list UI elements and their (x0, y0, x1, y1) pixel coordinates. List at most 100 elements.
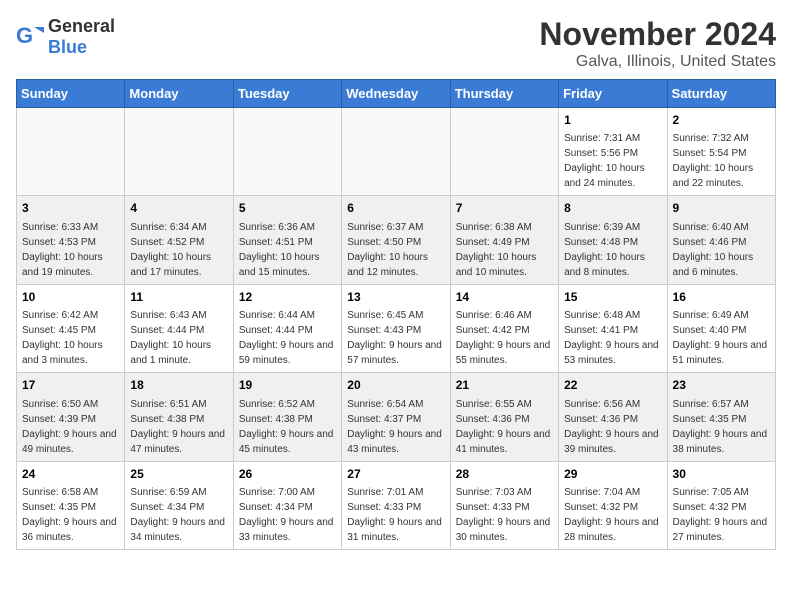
day-number: 30 (673, 466, 770, 483)
day-number: 8 (564, 200, 661, 217)
calendar-cell: 3Sunrise: 6:33 AM Sunset: 4:53 PM Daylig… (17, 196, 125, 284)
day-info: Sunrise: 6:36 AM Sunset: 4:51 PM Dayligh… (239, 220, 336, 280)
day-info: Sunrise: 7:05 AM Sunset: 4:32 PM Dayligh… (673, 485, 770, 545)
calendar-cell: 24 Sunrise: 6:58 AM Sunset: 4:35 PM Dayli… (17, 461, 125, 549)
calendar-cell: 27 Sunrise: 7:01 AM Sunset: 4:33 PM Dayli… (342, 461, 450, 549)
day-info: Sunrise: 6:48 AM Sunset: 4:41 PM Dayligh… (564, 308, 661, 368)
day-info: Sunrise: 6:49 AM Sunset: 4:40 PM Dayligh… (673, 308, 770, 368)
day-header-sunday: Sunday (17, 80, 125, 108)
day-number: 21 (456, 377, 553, 394)
day-number: 15 (564, 289, 661, 306)
day-number: 10 (22, 289, 119, 306)
calendar-cell: 17Sunrise: 6:50 AM Sunset: 4:39 PM Dayli… (17, 373, 125, 461)
logo-blue: Blue (48, 37, 87, 57)
day-number: 13 (347, 289, 444, 306)
day-number: 25 (130, 466, 227, 483)
day-info: Sunrise: 6:52 AM Sunset: 4:38 PM Dayligh… (239, 397, 336, 457)
calendar-header-row: SundayMondayTuesdayWednesdayThursdayFrid… (17, 80, 776, 108)
calendar-cell: 16 Sunrise: 6:49 AM Sunset: 4:40 PM Dayli… (667, 284, 775, 372)
day-info: Sunrise: 6:56 AM Sunset: 4:36 PM Dayligh… (564, 397, 661, 457)
logo-text: General Blue (48, 16, 115, 58)
month-title: November 2024 (539, 16, 776, 53)
day-info: Sunrise: 6:51 AM Sunset: 4:38 PM Dayligh… (130, 397, 227, 457)
day-info: Sunrise: 6:37 AM Sunset: 4:50 PM Dayligh… (347, 220, 444, 280)
day-number: 4 (130, 200, 227, 217)
day-number: 11 (130, 289, 227, 306)
calendar-cell: 19 Sunrise: 6:52 AM Sunset: 4:38 PM Dayli… (233, 373, 341, 461)
day-number: 23 (673, 377, 770, 394)
day-number: 19 (239, 377, 336, 394)
calendar-cell: 9Sunrise: 6:40 AM Sunset: 4:46 PM Daylig… (667, 196, 775, 284)
calendar-week-4: 17Sunrise: 6:50 AM Sunset: 4:39 PM Dayli… (17, 373, 776, 461)
calendar-cell: 23Sunrise: 6:57 AM Sunset: 4:35 PM Dayli… (667, 373, 775, 461)
calendar-table: SundayMondayTuesdayWednesdayThursdayFrid… (16, 79, 776, 550)
day-info: Sunrise: 6:34 AM Sunset: 4:52 PM Dayligh… (130, 220, 227, 280)
calendar-cell (17, 108, 125, 196)
day-number: 5 (239, 200, 336, 217)
calendar-cell: 10 Sunrise: 6:42 AM Sunset: 4:45 PM Dayli… (17, 284, 125, 372)
calendar-cell: 13 Sunrise: 6:45 AM Sunset: 4:43 PM Dayli… (342, 284, 450, 372)
calendar-cell: 2 Sunrise: 7:32 AM Sunset: 5:54 PM Daylig… (667, 108, 775, 196)
day-info: Sunrise: 6:58 AM Sunset: 4:35 PM Dayligh… (22, 485, 119, 545)
day-number: 28 (456, 466, 553, 483)
day-info: Sunrise: 6:44 AM Sunset: 4:44 PM Dayligh… (239, 308, 336, 368)
calendar-cell (233, 108, 341, 196)
svg-text:G: G (16, 23, 33, 48)
day-number: 14 (456, 289, 553, 306)
day-number: 2 (673, 112, 770, 129)
day-header-tuesday: Tuesday (233, 80, 341, 108)
day-info: Sunrise: 6:42 AM Sunset: 4:45 PM Dayligh… (22, 308, 119, 368)
day-info: Sunrise: 6:55 AM Sunset: 4:36 PM Dayligh… (456, 397, 553, 457)
day-number: 27 (347, 466, 444, 483)
calendar-cell: 22Sunrise: 6:56 AM Sunset: 4:36 PM Dayli… (559, 373, 667, 461)
calendar-cell: 8Sunrise: 6:39 AM Sunset: 4:48 PM Daylig… (559, 196, 667, 284)
calendar-cell: 7Sunrise: 6:38 AM Sunset: 4:49 PM Daylig… (450, 196, 558, 284)
day-info: Sunrise: 7:04 AM Sunset: 4:32 PM Dayligh… (564, 485, 661, 545)
calendar-cell: 12Sunrise: 6:44 AM Sunset: 4:44 PM Dayli… (233, 284, 341, 372)
calendar-cell (125, 108, 233, 196)
day-number: 24 (22, 466, 119, 483)
logo-general: General (48, 16, 115, 36)
calendar-cell: 14 Sunrise: 6:46 AM Sunset: 4:42 PM Dayli… (450, 284, 558, 372)
day-number: 20 (347, 377, 444, 394)
day-info: Sunrise: 6:54 AM Sunset: 4:37 PM Dayligh… (347, 397, 444, 457)
calendar-cell: 30 Sunrise: 7:05 AM Sunset: 4:32 PM Dayli… (667, 461, 775, 549)
calendar-cell: 4 Sunrise: 6:34 AM Sunset: 4:52 PM Daylig… (125, 196, 233, 284)
calendar-cell: 11 Sunrise: 6:43 AM Sunset: 4:44 PM Dayli… (125, 284, 233, 372)
day-info: Sunrise: 6:45 AM Sunset: 4:43 PM Dayligh… (347, 308, 444, 368)
day-header-thursday: Thursday (450, 80, 558, 108)
day-info: Sunrise: 6:43 AM Sunset: 4:44 PM Dayligh… (130, 308, 227, 368)
day-number: 9 (673, 200, 770, 217)
calendar-cell (450, 108, 558, 196)
day-info: Sunrise: 7:01 AM Sunset: 4:33 PM Dayligh… (347, 485, 444, 545)
calendar-cell: 6 Sunrise: 6:37 AM Sunset: 4:50 PM Daylig… (342, 196, 450, 284)
day-info: Sunrise: 6:46 AM Sunset: 4:42 PM Dayligh… (456, 308, 553, 368)
day-number: 1 (564, 112, 661, 129)
day-info: Sunrise: 7:32 AM Sunset: 5:54 PM Dayligh… (673, 131, 770, 191)
calendar-cell: 20 Sunrise: 6:54 AM Sunset: 4:37 PM Dayli… (342, 373, 450, 461)
day-number: 16 (673, 289, 770, 306)
page-header: G General Blue November 2024 Galva, Illi… (16, 16, 776, 71)
day-header-friday: Friday (559, 80, 667, 108)
day-header-monday: Monday (125, 80, 233, 108)
title-area: November 2024 Galva, Illinois, United St… (539, 16, 776, 71)
location-title: Galva, Illinois, United States (539, 53, 776, 71)
calendar-cell: 1 Sunrise: 7:31 AM Sunset: 5:56 PM Daylig… (559, 108, 667, 196)
logo: G General Blue (16, 16, 115, 58)
calendar-cell: 29Sunrise: 7:04 AM Sunset: 4:32 PM Dayli… (559, 461, 667, 549)
day-info: Sunrise: 6:33 AM Sunset: 4:53 PM Dayligh… (22, 220, 119, 280)
calendar-cell: 18 Sunrise: 6:51 AM Sunset: 4:38 PM Dayli… (125, 373, 233, 461)
day-info: Sunrise: 7:31 AM Sunset: 5:56 PM Dayligh… (564, 131, 661, 191)
logo-icon: G (16, 23, 44, 51)
calendar-cell: 26Sunrise: 7:00 AM Sunset: 4:34 PM Dayli… (233, 461, 341, 549)
calendar-cell (342, 108, 450, 196)
calendar-week-2: 3Sunrise: 6:33 AM Sunset: 4:53 PM Daylig… (17, 196, 776, 284)
calendar-cell: 15 Sunrise: 6:48 AM Sunset: 4:41 PM Dayli… (559, 284, 667, 372)
day-number: 18 (130, 377, 227, 394)
day-header-wednesday: Wednesday (342, 80, 450, 108)
day-info: Sunrise: 6:50 AM Sunset: 4:39 PM Dayligh… (22, 397, 119, 457)
day-number: 6 (347, 200, 444, 217)
calendar-cell: 25Sunrise: 6:59 AM Sunset: 4:34 PM Dayli… (125, 461, 233, 549)
calendar-week-5: 24 Sunrise: 6:58 AM Sunset: 4:35 PM Dayli… (17, 461, 776, 549)
calendar-week-3: 10 Sunrise: 6:42 AM Sunset: 4:45 PM Dayli… (17, 284, 776, 372)
